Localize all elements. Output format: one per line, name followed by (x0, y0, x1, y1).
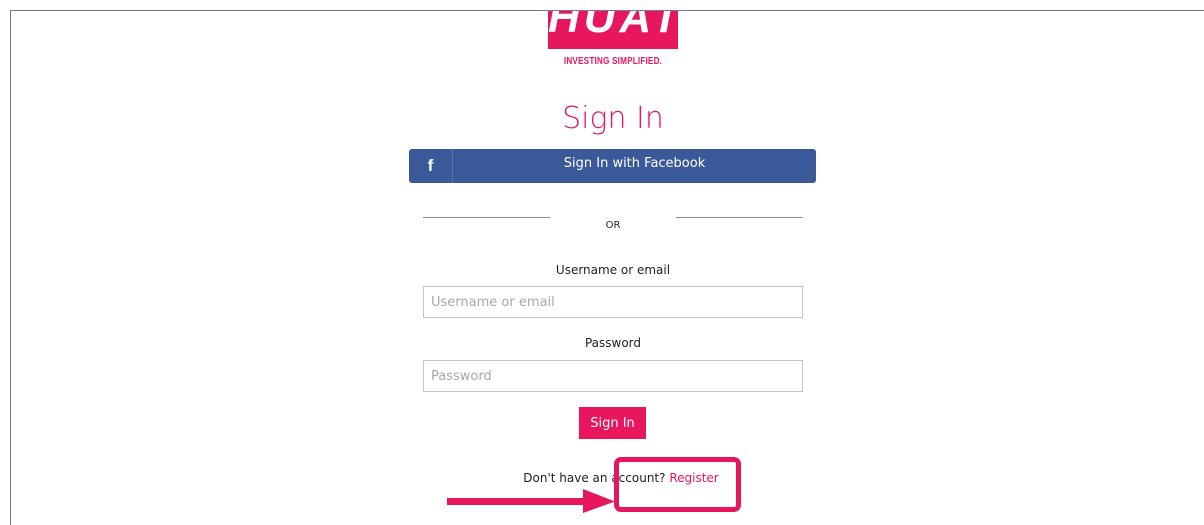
divider-line-right (676, 217, 803, 218)
register-link[interactable]: Register (669, 471, 718, 485)
password-label: Password (584, 336, 642, 350)
brand-logo: HUAT (548, 11, 678, 49)
register-prompt: Don't have an account? Register (431, 471, 811, 485)
facebook-signin-label: Sign In with Facebook (563, 156, 706, 171)
logo-text: HUAT (548, 11, 678, 42)
annotation-arrow-icon (447, 489, 615, 513)
register-prompt-text: Don't have an account? (523, 471, 670, 485)
brand-tagline: INVESTING SIMPLIFIED. (563, 56, 663, 67)
facebook-signin-button[interactable]: f Sign In with Facebook (409, 149, 816, 183)
username-label: Username or email (555, 263, 671, 277)
username-input[interactable] (423, 286, 803, 318)
divider-line-left (423, 217, 550, 218)
page-frame: HUAT INVESTING SIMPLIFIED. Sign In f Sig… (10, 10, 1204, 525)
facebook-icon: f (409, 149, 453, 183)
password-input[interactable] (423, 360, 803, 392)
signin-button[interactable]: Sign In (579, 407, 646, 439)
divider-or-label: OR (605, 220, 621, 231)
page-title: Sign In (562, 101, 664, 136)
